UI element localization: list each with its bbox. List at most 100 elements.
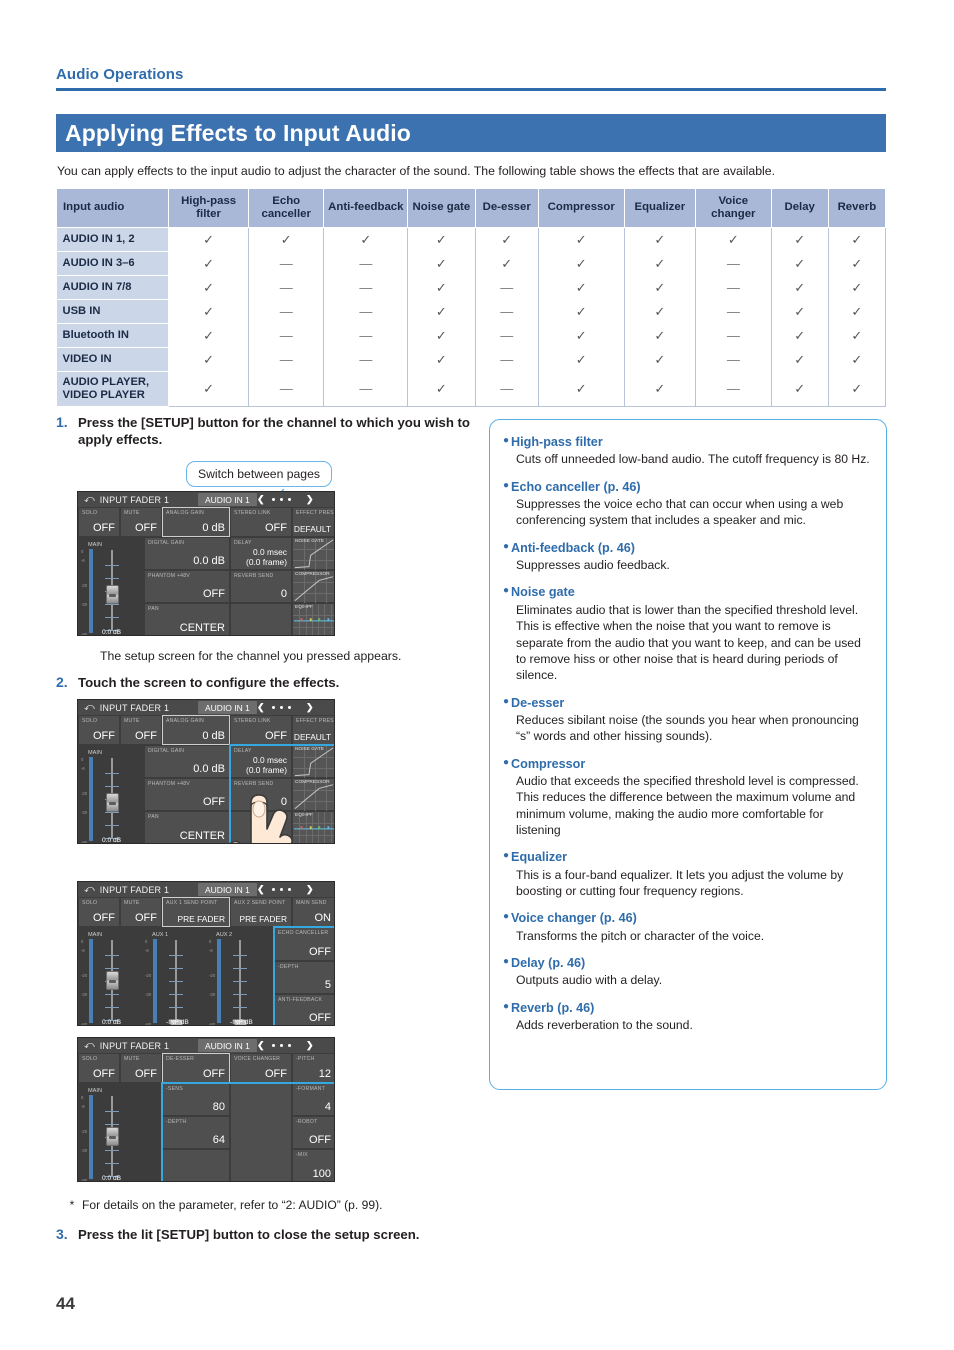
fader-scale-line [169, 994, 183, 995]
analog-gain-cell[interactable]: ANALOG GAIN 0 dB [162, 507, 230, 537]
meter-scale-tick: -20 [145, 973, 152, 978]
back-icon[interactable]: ⤺ [84, 702, 95, 713]
main-fader-area[interactable]: MAIN 0 -6 -20 -30 -90 0.0 dB [78, 1083, 162, 1181]
next-page-arrow-icon[interactable]: ❯ [306, 494, 314, 505]
fader-knob[interactable] [106, 793, 119, 812]
phantom-cell[interactable]: PHANTOM +48V OFF [144, 778, 230, 811]
check-icon: ✓ [623, 275, 697, 300]
prev-page-arrow-icon[interactable]: ❮ [257, 884, 265, 895]
fader-track[interactable] [175, 940, 177, 1020]
sens-cell[interactable]: -SENS 80 [162, 1083, 230, 1116]
fader-knob[interactable] [106, 971, 119, 990]
delay-value-frame: (0.0 frame) [246, 765, 287, 775]
solo-cell[interactable]: SOLO OFF [78, 1053, 120, 1083]
aux2-send-point-cell[interactable]: AUX 2 SEND POINT PRE FADER [230, 897, 292, 927]
digital-gain-cell[interactable]: DIGITAL GAIN 0.0 dB [144, 537, 230, 570]
next-page-arrow-icon[interactable]: ❯ [306, 1040, 314, 1051]
pan-cell[interactable]: PAN CENTER [144, 811, 230, 843]
mute-cell[interactable]: MUTE OFF [120, 715, 162, 745]
gate-graph[interactable]: NOISE GATE [292, 537, 334, 571]
check-icon: ✓ [770, 299, 829, 324]
device-screen-deesser-page[interactable]: ⤺ INPUT FADER 1 AUDIO IN 1 ❮ ❯ SOLO OFF … [77, 1037, 335, 1182]
phantom-cell[interactable]: PHANTOM +48V OFF [144, 570, 230, 603]
check-icon: ✓ [770, 275, 829, 300]
back-icon[interactable]: ⤺ [84, 1040, 95, 1051]
solo-cell[interactable]: SOLO OFF [78, 715, 120, 745]
channel-badge[interactable]: AUDIO IN 1 [198, 701, 257, 714]
prev-page-arrow-icon[interactable]: ❮ [257, 494, 265, 505]
solo-cell[interactable]: SOLO OFF [78, 507, 120, 537]
next-page-arrow-icon[interactable]: ❯ [306, 884, 314, 895]
table-col-header: High-pass filter [168, 188, 249, 228]
fader-knob[interactable] [106, 585, 119, 604]
fader-knob[interactable] [106, 1127, 119, 1146]
gate-graph[interactable]: NOISE GATE [292, 745, 334, 779]
analog-gain-value: 0 dB [202, 522, 225, 534]
comp-graph[interactable]: COMPRESSOR [292, 570, 334, 604]
dash-icon: — [474, 347, 539, 372]
main-fader-area[interactable]: MAIN 0 -6 -20 -30 -90 0.0 dB [78, 745, 144, 843]
main-fader-area[interactable]: MAIN 0 -6 -20 -30 -90 0.0 dB [78, 537, 144, 635]
mute-cell[interactable]: MUTE OFF [120, 1053, 162, 1083]
check-icon: ✓ [407, 299, 476, 324]
pan-value: CENTER [179, 622, 225, 634]
meter-label: MAIN [88, 750, 102, 756]
table-row: AUDIO IN 3–6 ✓ — — ✓ ✓ ✓ ✓ — ✓ ✓ [56, 251, 887, 277]
robot-value: OFF [309, 1134, 331, 1146]
echo-canceller-cell[interactable]: ECHO CANCELLER OFF [274, 927, 334, 961]
back-icon[interactable]: ⤺ [84, 884, 95, 895]
next-page-arrow-icon[interactable]: ❯ [306, 702, 314, 713]
delay-cell[interactable]: DELAY 0.0 msec (0.0 frame) [230, 537, 292, 570]
pan-cell[interactable]: PAN CENTER [144, 603, 230, 635]
digital-gain-label: DIGITAL GAIN [148, 540, 185, 546]
empty-cell-b[interactable] [230, 1083, 292, 1181]
voice-changer-cell[interactable]: VOICE CHANGER OFF [230, 1053, 292, 1083]
meter-scale-tick: 0 [81, 549, 84, 554]
graph-label: COMPRESSOR [295, 572, 330, 577]
solo-label: SOLO [82, 900, 98, 906]
channel-badge[interactable]: AUDIO IN 1 [198, 1039, 257, 1052]
deesser-depth-cell[interactable]: -DEPTH 64 [162, 1116, 230, 1149]
solo-cell[interactable]: SOLO OFF [78, 897, 120, 927]
fader-db-value: -INF dB [230, 1019, 253, 1026]
channel-badge[interactable]: AUDIO IN 1 [198, 883, 257, 896]
robot-cell[interactable]: -ROBOT OFF [292, 1116, 334, 1149]
effect-preset-cell[interactable]: EFFECT PRESET DEFAULT [292, 507, 334, 537]
main-send-cell[interactable]: MAIN SEND ON [292, 897, 334, 927]
prev-page-arrow-icon[interactable]: ❮ [257, 1040, 265, 1051]
echo-depth-cell[interactable]: -DEPTH 5 [274, 961, 334, 994]
anti-feedback-cell[interactable]: ANTI-FEEDBACK OFF [274, 994, 334, 1025]
device-screen-setup-page1[interactable]: ⤺ INPUT FADER 1 AUDIO IN 1 ❮ ❯ SOLO OFF … [77, 491, 335, 636]
back-icon[interactable]: ⤺ [84, 494, 95, 505]
fader-track[interactable] [239, 940, 241, 1020]
reverb-send-cell[interactable]: REVERB SEND 0 [230, 570, 292, 603]
table-col-header: Delay [770, 188, 829, 228]
mute-cell[interactable]: MUTE OFF [120, 507, 162, 537]
eq-graph[interactable]: EQ/HPF [292, 603, 334, 635]
de-esser-cell[interactable]: DE-ESSER OFF [162, 1053, 230, 1083]
empty-cell[interactable] [230, 603, 292, 635]
formant-cell[interactable]: -FORMANT 4 [292, 1083, 334, 1116]
digital-gain-cell[interactable]: DIGITAL GAIN 0.0 dB [144, 745, 230, 778]
device-screen-touch-demo[interactable]: ⤺ INPUT FADER 1 AUDIO IN 1 ❮ ❯ SOLO OFF … [77, 699, 335, 844]
main-send-value: ON [314, 912, 332, 924]
effect-heading-text: Anti-feedback (p. 46) [511, 540, 635, 555]
prev-page-arrow-icon[interactable]: ❮ [257, 702, 265, 713]
delay-label: DELAY [234, 540, 252, 546]
delay-cell[interactable]: DELAY 0.0 msec (0.0 frame) [230, 745, 292, 778]
device-title: INPUT FADER 1 [99, 1040, 170, 1051]
pitch-cell[interactable]: -PITCH 12 [292, 1053, 334, 1083]
mute-cell[interactable]: MUTE OFF [120, 897, 162, 927]
empty-cell-a[interactable] [162, 1149, 230, 1181]
effect-preset-cell[interactable]: EFFECT PRESET DEFAULT [292, 715, 334, 745]
fader-bank[interactable]: MAIN 0 -6 -20 -30 -90 0.0 dB AUX 1 0 -6 -20 -30… [78, 927, 274, 1026]
stereo-link-cell[interactable]: STEREO LINK OFF [230, 507, 292, 537]
channel-badge[interactable]: AUDIO IN 1 [198, 493, 257, 506]
mix-cell[interactable]: -MIX 100 [292, 1149, 334, 1181]
aux1-send-point-cell[interactable]: AUX 1 SEND POINT PRE FADER [162, 897, 230, 927]
device-screen-aux-page[interactable]: ⤺ INPUT FADER 1 AUDIO IN 1 ❮ ❯ SOLO OFF … [77, 881, 335, 1026]
effect-description: Adds reverberation to the sound. [516, 1018, 693, 1033]
analog-gain-cell[interactable]: ANALOG GAIN 0 dB [162, 715, 230, 745]
effect-heading: ● Delay (p. 46) [503, 955, 870, 971]
stereo-link-cell[interactable]: STEREO LINK OFF [230, 715, 292, 745]
